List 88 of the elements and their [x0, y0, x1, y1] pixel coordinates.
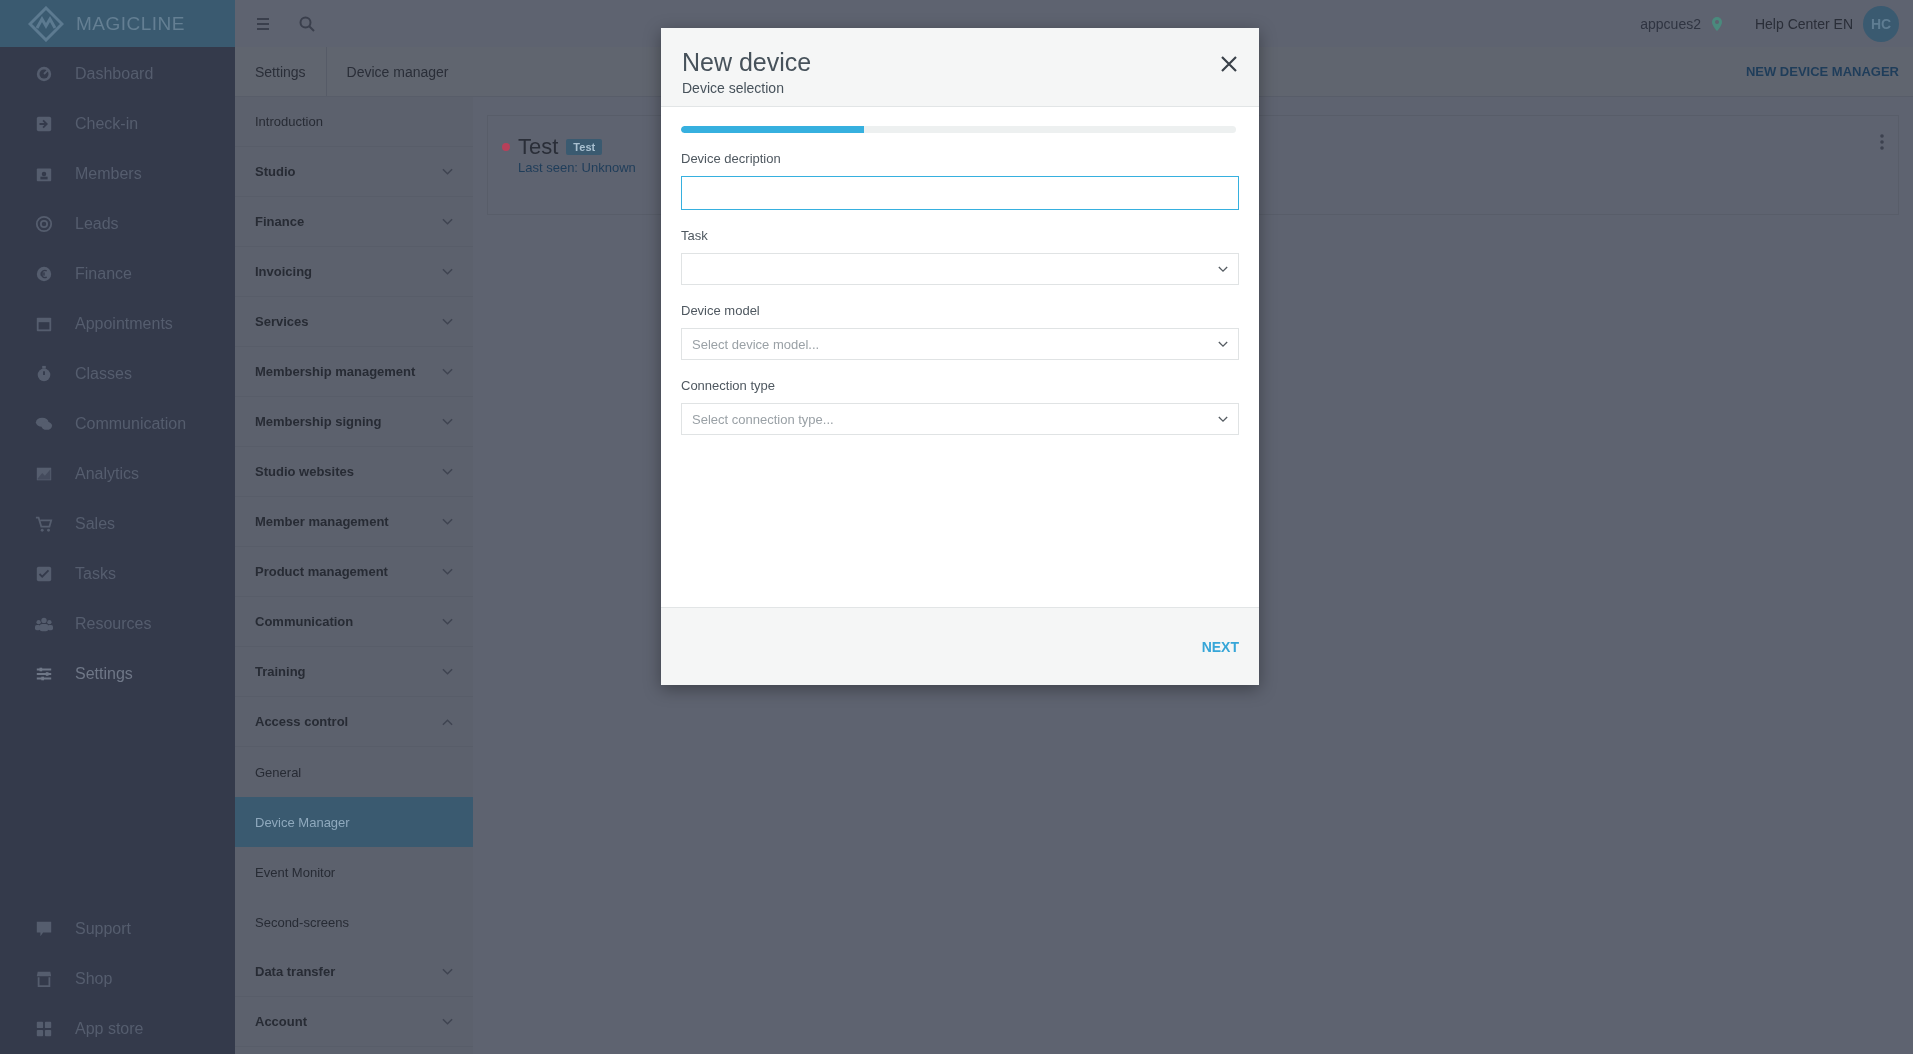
more-icon[interactable] [1880, 134, 1884, 150]
chevron-down-icon [442, 267, 453, 276]
select-field[interactable]: Select connection type... [681, 403, 1239, 435]
help-center-link[interactable]: Help Center EN [1754, 15, 1853, 32]
group-label: Member management [255, 514, 389, 529]
enter-icon [35, 115, 53, 133]
chat-icon [35, 415, 53, 433]
group-label: Communication [255, 614, 354, 629]
settings-menu-item[interactable]: Event Monitor [235, 847, 473, 897]
calendar-icon [35, 315, 53, 333]
dialog-subtitle: Device selection [682, 80, 785, 96]
group-label: Access control [255, 714, 349, 729]
settings-menu-group[interactable]: Training [235, 647, 473, 697]
chevron-down-icon [442, 467, 453, 476]
field-label: Connection type [681, 378, 776, 393]
settings-menu-group[interactable]: Membership management [235, 347, 473, 397]
cart-icon [35, 515, 53, 533]
group-label: Account [255, 1014, 307, 1029]
coin-icon [35, 265, 53, 283]
next-button[interactable]: NEXT [1201, 632, 1239, 661]
chevron-down-icon [442, 567, 453, 576]
group-label: Services [255, 314, 309, 329]
chart-icon [35, 465, 53, 483]
chevron-down-icon [442, 217, 453, 226]
chevron-up-icon [442, 717, 453, 726]
settings-menu-group[interactable]: Account [235, 997, 473, 1047]
settings-menu-group[interactable]: Studio websites [235, 447, 473, 497]
settings-menu-item[interactable]: General [235, 747, 473, 797]
location-pin-icon[interactable] [1710, 16, 1723, 31]
chevron-down-icon [442, 167, 453, 176]
chevron-down-icon [442, 517, 453, 526]
last-seen-text: Last seen: Unknown [518, 160, 636, 175]
settings-menu-group[interactable]: Invoicing [235, 247, 473, 297]
settings-menu-item[interactable]: Device Manager [235, 797, 473, 847]
chevron-down-icon [442, 667, 453, 676]
chevron-down-icon [442, 617, 453, 626]
field-label: Device model [681, 303, 761, 318]
settings-menu-group[interactable]: Finance [235, 197, 473, 247]
chevron-down-icon [442, 1017, 453, 1026]
group-label: Finance [255, 214, 305, 229]
settings-menu-group[interactable]: Studio [235, 147, 473, 197]
chevron-down-icon [442, 317, 453, 326]
settings-menu-item[interactable]: Introduction [235, 97, 473, 147]
dialog-title: New device [682, 48, 812, 76]
input-field[interactable] [681, 176, 1239, 210]
stopwatch-icon [35, 365, 53, 383]
field-label: Device decription [681, 151, 782, 166]
sidebar-item[interactable]: Settings [0, 649, 235, 699]
chevron-down-icon [1218, 340, 1228, 348]
settings-menu-item[interactable]: Second-screens [235, 897, 473, 947]
storefront-icon [35, 970, 53, 988]
device-tag: Test [566, 139, 603, 155]
select-field[interactable] [681, 253, 1239, 285]
select-field[interactable]: Select device model... [681, 328, 1239, 360]
settings-menu-group[interactable]: Product management [235, 547, 473, 597]
gauge-icon [35, 65, 53, 83]
search-icon[interactable] [299, 15, 315, 32]
settings-menu-group[interactable]: Data transfer [235, 947, 473, 997]
group-label: Membership signing [255, 414, 382, 429]
sliders-icon [35, 665, 53, 683]
people-icon [35, 615, 53, 633]
settings-menu-group[interactable]: Services [235, 297, 473, 347]
logo-icon [28, 5, 64, 42]
device-name: Test [518, 134, 559, 160]
group-label: Data transfer [255, 964, 336, 979]
field-label: Task [681, 228, 709, 243]
chevron-down-icon [1218, 265, 1228, 273]
grid-icon [35, 1020, 53, 1038]
group-label: Studio [255, 164, 296, 179]
chevron-down-icon [442, 417, 453, 426]
chevron-down-icon [442, 367, 453, 376]
group-label: Product management [255, 564, 388, 579]
settings-menu-group[interactable]: Access control [235, 697, 473, 747]
new-device-manager-link[interactable]: NEW DEVICE MANAGER [1745, 64, 1899, 79]
menu-icon[interactable] [255, 15, 271, 32]
settings-menu-group[interactable]: Communication [235, 597, 473, 647]
chevron-down-icon [442, 967, 453, 976]
close-button[interactable] [1219, 54, 1239, 74]
settings-menu-group[interactable]: Member management [235, 497, 473, 547]
speech-bubble-icon [35, 920, 53, 938]
group-label: Studio websites [255, 464, 354, 479]
group-label: Invoicing [255, 264, 313, 279]
group-label: Membership management [255, 364, 416, 379]
checkbox-icon [35, 565, 53, 583]
group-label: Training [255, 664, 306, 679]
settings-menu-group[interactable]: Membership signing [235, 397, 473, 447]
target-icon [35, 215, 53, 233]
chevron-down-icon [1218, 415, 1228, 423]
